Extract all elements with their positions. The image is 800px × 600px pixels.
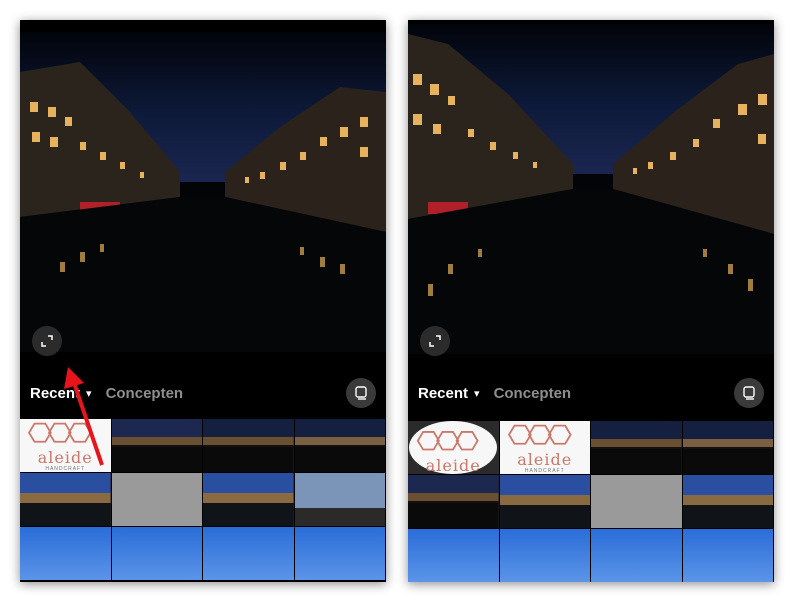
photo-thumbnail[interactable]: [591, 421, 682, 474]
photo-thumbnail[interactable]: [591, 475, 682, 528]
photo-thumbnail[interactable]: [294, 419, 385, 472]
photo-thumbnail[interactable]: aleide HANDCRAFT: [20, 419, 111, 472]
photo-thumbnail[interactable]: [682, 421, 773, 474]
recent-label: Recent: [418, 384, 469, 402]
logo-subtitle: HANDCRAFT: [45, 466, 86, 472]
photo-thumbnail[interactable]: [294, 473, 385, 526]
tab-concepts[interactable]: Concepten: [494, 385, 572, 402]
logo-subtitle: HANDCRAFT: [524, 468, 565, 474]
photo-thumbnail[interactable]: [294, 527, 385, 580]
canal-night-photo: [408, 24, 774, 354]
photo-thumbnail[interactable]: [20, 473, 111, 526]
photo-thumbnail[interactable]: [203, 527, 294, 580]
photo-thumbnail[interactable]: [682, 475, 773, 528]
expand-button[interactable]: [420, 326, 450, 356]
photo-thumbnail[interactable]: [408, 475, 499, 528]
photo-thumbnail[interactable]: [20, 527, 111, 580]
logo-word: aleide: [517, 450, 573, 469]
photo-grid: aleide HANDCRAFT: [20, 419, 386, 580]
photo-thumbnail[interactable]: [591, 529, 682, 582]
photo-thumbnail[interactable]: [203, 419, 294, 472]
photo-preview: [20, 32, 386, 352]
recent-label: Recent: [30, 384, 81, 402]
multi-select-icon: [743, 386, 755, 400]
logo-word: aleide: [37, 448, 93, 467]
hexagon-logo-icon: [507, 424, 572, 445]
photo-thumbnail[interactable]: aleide: [408, 421, 499, 474]
tab-concepts[interactable]: Concepten: [106, 385, 184, 402]
photo-thumbnail[interactable]: [408, 529, 499, 582]
recent-dropdown[interactable]: Recent ▾: [30, 385, 92, 402]
photo-thumbnail[interactable]: [499, 529, 590, 582]
chevron-down-icon: ▾: [474, 387, 480, 400]
canal-night-photo: [20, 32, 386, 352]
photo-preview: [408, 24, 774, 354]
logo-word: aleide: [425, 456, 481, 474]
multi-select-button[interactable]: [346, 378, 376, 408]
circular-crop: aleide: [409, 421, 498, 474]
expand-icon: [429, 335, 441, 347]
expand-icon: [41, 335, 53, 347]
photo-thumbnail[interactable]: [111, 473, 202, 526]
multi-select-icon: [355, 386, 367, 400]
hexagon-logo-icon: [417, 431, 479, 451]
photo-thumbnail[interactable]: [111, 419, 202, 472]
gallery-toolbar: Recent ▾ Concepten: [20, 378, 386, 408]
multi-select-button[interactable]: [734, 378, 764, 408]
photo-thumbnail[interactable]: [111, 527, 202, 580]
photo-thumbnail[interactable]: [203, 473, 294, 526]
expand-button[interactable]: [32, 326, 62, 356]
hexagon-logo-icon: [27, 422, 92, 443]
chevron-down-icon: ▾: [86, 387, 92, 400]
photo-thumbnail[interactable]: [682, 529, 773, 582]
recent-dropdown[interactable]: Recent ▾: [418, 385, 480, 402]
phone-screen-right: Recent ▾ Concepten aleide aleide HANDCRA…: [408, 20, 774, 582]
gallery-toolbar: Recent ▾ Concepten: [408, 378, 774, 408]
photo-thumbnail[interactable]: aleide HANDCRAFT: [499, 421, 590, 474]
photo-thumbnail[interactable]: [499, 475, 590, 528]
phone-screen-left: Recent ▾ Concepten aleide HANDCRAFT: [20, 20, 386, 582]
photo-grid: aleide aleide HANDCRAFT: [408, 421, 774, 582]
